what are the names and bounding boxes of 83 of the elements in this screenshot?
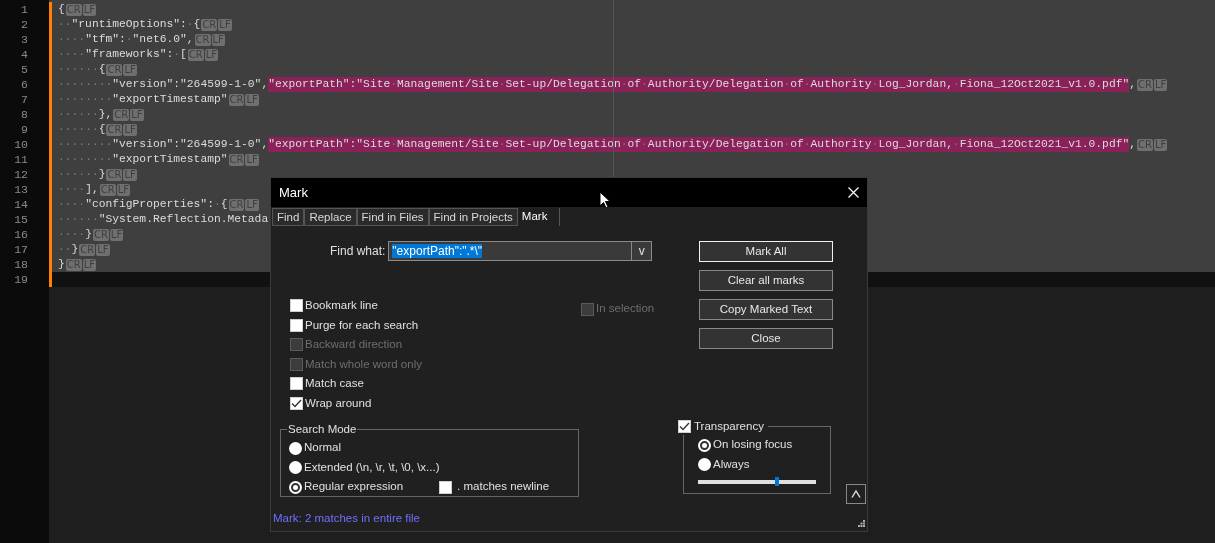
- chevron-up-icon: [851, 490, 861, 498]
- collapse-button[interactable]: [846, 484, 866, 504]
- dialog-button[interactable]: Copy Marked Text: [699, 299, 833, 320]
- option-label: Bookmark line: [305, 298, 378, 314]
- group-title: Search Mode: [287, 422, 358, 437]
- code-text: ········"version":"264599-1-0",: [58, 77, 269, 92]
- option-label: Backward direction: [305, 337, 403, 353]
- field-value: "exportPath":".*\": [392, 244, 483, 258]
- line-number: 5: [20, 62, 29, 77]
- find-what-field[interactable]: "exportPath":".*\" v: [388, 241, 653, 261]
- code-text: ······"System.Reflection.Metada: [58, 212, 269, 227]
- tab[interactable]: Find in Projects: [428, 208, 518, 226]
- option-label: On losing focus: [713, 437, 793, 453]
- code-text: ········"version":"264599-1-0",: [58, 137, 269, 152]
- tab[interactable]: Find: [272, 208, 305, 226]
- check-icon: [679, 422, 690, 432]
- code-text: ··}: [58, 242, 79, 257]
- line-number: 10: [13, 137, 29, 152]
- code-text: ······{: [58, 62, 106, 77]
- line-number: 14: [13, 197, 29, 212]
- option-label: Wrap around: [305, 395, 372, 411]
- marked-text: "exportPath":"Site·Management/Site·Set-up/Delegation·of·Authority/Delegation·of·Authority·Log_Jordan,·Fiona_12Oct2021_v1.0.pdf": [268, 137, 1130, 152]
- code-text: ······{: [58, 122, 106, 137]
- window-title: Mark: [279, 183, 308, 202]
- code-text: ····"tfm":·"net6.0",: [58, 32, 194, 47]
- code-text: ····],: [58, 182, 99, 197]
- line-number: 6: [20, 77, 29, 92]
- option-label: Normal: [304, 440, 342, 456]
- line-number: 2: [20, 17, 29, 32]
- close-icon[interactable]: [848, 187, 859, 198]
- code-text: ········"exportTimestamp": [58, 92, 228, 107]
- line-number: 4: [20, 47, 29, 62]
- code-text: }: [58, 257, 65, 272]
- marked-text: "exportPath":"Site·Management/Site·Set-up/Delegation·of·Authority/Delegation·of·Authority·Log_Jordan,·Fiona_12Oct2021_v1.0.pdf": [268, 77, 1130, 92]
- radio-button[interactable]: [289, 461, 302, 474]
- dialog-button[interactable]: Clear all marks: [699, 270, 833, 291]
- resize-grip-icon: [858, 520, 865, 527]
- code-text: ,: [1129, 77, 1136, 92]
- line-number: 12: [13, 167, 29, 182]
- status-text: Mark: 2 matches in entire file: [273, 510, 420, 526]
- code-text: ······}: [58, 167, 106, 182]
- option-label: Transparency: [694, 419, 764, 434]
- radio-button[interactable]: [698, 458, 711, 471]
- code-text: ,: [1129, 137, 1136, 152]
- line-number: 7: [20, 92, 29, 107]
- option-label: Match whole word only: [305, 356, 422, 372]
- dropdown-button[interactable]: v: [631, 242, 652, 260]
- line-number: 18: [13, 257, 29, 272]
- transparency-slider[interactable]: [698, 477, 816, 487]
- check-icon: [291, 398, 302, 408]
- code-text: ····"frameworks":·[: [58, 47, 187, 62]
- radio-button[interactable]: [289, 480, 302, 494]
- line-number: 13: [13, 182, 29, 197]
- option-label: Purge for each search: [305, 317, 419, 333]
- line-number: 1: [20, 2, 29, 17]
- field-label: Find what:: [330, 243, 386, 260]
- radio-button[interactable]: [698, 438, 711, 452]
- line-number: 16: [13, 227, 29, 242]
- code-text: ····"configProperties":·{: [58, 197, 228, 212]
- option-label: Match case: [305, 376, 364, 392]
- code-text: ··"runtimeOptions":·{: [58, 17, 201, 32]
- dialog-button[interactable]: Mark All: [699, 241, 833, 262]
- line-number: 15: [13, 212, 29, 227]
- line-number: 9: [20, 122, 29, 137]
- radio-button[interactable]: [289, 441, 302, 455]
- tab[interactable]: Replace: [304, 208, 357, 226]
- line-number: 19: [13, 272, 29, 287]
- code-text: ······},: [58, 107, 113, 122]
- option-label: Extended (\n, \r, \t, \0, \x...): [304, 459, 440, 475]
- option-label: . matches newline: [457, 479, 550, 495]
- slider-thumb[interactable]: [775, 477, 780, 487]
- line-number: 8: [20, 107, 29, 122]
- option-label: Always: [713, 456, 750, 472]
- line-number: 3: [20, 32, 29, 47]
- tab[interactable]: Find in Files: [356, 208, 429, 226]
- code-text: {: [58, 2, 65, 17]
- code-text: ····}: [58, 227, 92, 242]
- line-number: 17: [13, 242, 29, 257]
- code-text: ········"exportTimestamp": [58, 152, 228, 167]
- option-label: In selection: [596, 301, 655, 317]
- line-number: 11: [13, 152, 29, 167]
- option-label: Regular expression: [304, 479, 404, 495]
- dialog-button[interactable]: Close: [699, 328, 833, 349]
